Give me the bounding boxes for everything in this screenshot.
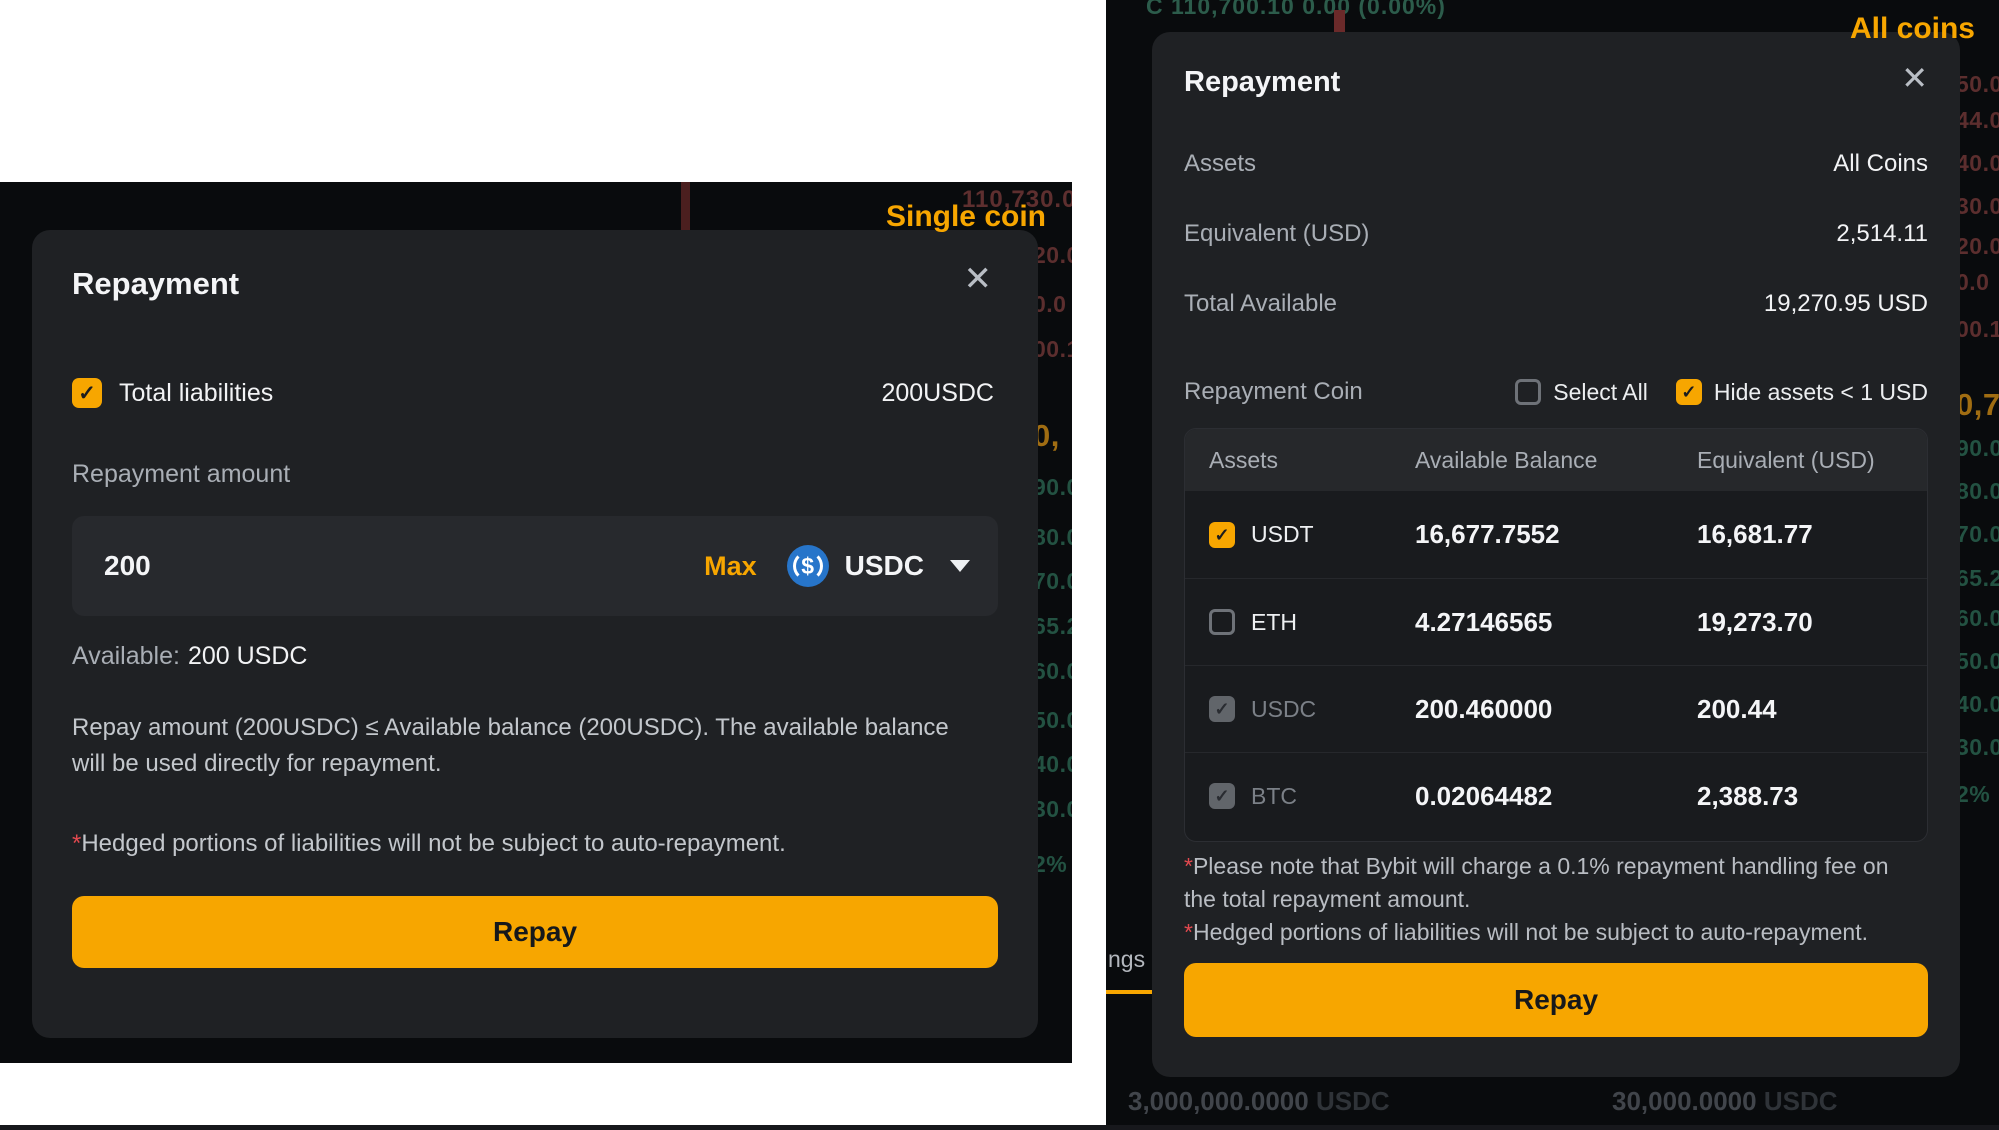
repayment-coin-row: Repayment Coin Select All ✓ Hide assets … [1184, 378, 1928, 406]
repay-button[interactable]: Repay [72, 896, 998, 968]
repayment-amount-input[interactable]: 200 Max $ USDC [72, 516, 998, 616]
available-line: Available: 200 USDC [72, 642, 307, 671]
asset-table-header: Assets Available Balance Equivalent (USD… [1185, 429, 1927, 491]
total-available-row: Total Available 19,270.95 USD [1184, 290, 1928, 318]
repay-note: Repay amount (200USDC) ≤ Available balan… [72, 710, 952, 782]
select-all-label[interactable]: Select All [1553, 379, 1648, 406]
table-row-btc: ✓ BTC 0.02064482 2,388.73 [1185, 752, 1927, 839]
price-scale-tick: 0.0 [1033, 291, 1066, 318]
background-amount-left: 3,000,000.0000 USDC [1128, 1086, 1390, 1117]
chevron-down-icon [950, 560, 970, 572]
equivalent-row: Equivalent (USD) 2,514.11 [1184, 220, 1928, 248]
check-icon: ✓ [1214, 787, 1229, 805]
price-scale-tick: 80.0 [1033, 524, 1072, 551]
variant-label-all-coins: All coins [1850, 12, 1975, 46]
price-scale-left: 20.00.000.10,90.080.070.065.260.050.040.… [1033, 182, 1072, 1063]
hedged-footnote: *Hedged portions of liabilities will not… [1184, 916, 1894, 949]
hedged-footnote: *Hedged portions of liabilities will not… [72, 830, 786, 858]
close-icon[interactable]: ✕ [964, 262, 993, 296]
price-scale-tick: 20.0 [1033, 242, 1072, 269]
price-scale-tick: 0,7 [1956, 387, 1999, 423]
close-icon[interactable]: ✕ [1901, 62, 1928, 94]
total-liabilities-label: Total liabilities [119, 379, 273, 408]
background-tab-fragment: ngs [1108, 946, 1145, 973]
price-scale-tick: 60.0 [1033, 658, 1072, 685]
price-scale-tick: 65.2 [1956, 565, 1999, 592]
price-scale-tick: 00.1 [1033, 336, 1072, 363]
btc-checkbox: ✓ [1209, 783, 1235, 809]
price-scale-tick: 60.0 [1956, 605, 1999, 632]
usdc-coin-icon: $ [787, 545, 829, 587]
price-scale-tick: 30.0 [1956, 193, 1999, 220]
table-row-usdc: ✓ USDC 200.460000 200.44 [1185, 665, 1927, 752]
repay-button[interactable]: Repay [1184, 963, 1928, 1037]
check-icon: ✓ [78, 383, 96, 404]
price-scale-tick: 70.0 [1956, 521, 1999, 548]
table-row-eth: ETH 4.27146565 19,273.70 [1185, 578, 1927, 665]
repayment-modal-single: Repayment ✕ ✓ Total liabilities 200USDC … [32, 230, 1038, 1038]
price-scale-tick: 40.0 [1956, 691, 1999, 718]
usdc-checkbox: ✓ [1209, 696, 1235, 722]
price-scale-tick: 2% [1033, 851, 1067, 878]
price-scale-tick: 40.0 [1956, 150, 1999, 177]
asset-table: Assets Available Balance Equivalent (USD… [1184, 428, 1928, 842]
price-scale-tick: 50.0 [1033, 707, 1072, 734]
price-scale-tick: 30.0 [1956, 734, 1999, 761]
price-scale-tick: 65.2 [1033, 613, 1072, 640]
check-icon: ✓ [1214, 700, 1229, 718]
eth-checkbox[interactable] [1209, 609, 1235, 635]
price-scale-tick: 50.0 [1956, 648, 1999, 675]
price-scale-right: 50.0 44.0 40.0 30.0 20.0 0.0 00.1 0,7 90.0 80.0 70… [1956, 0, 1999, 1130]
table-row-usdt: ✓ USDT 16,677.7552 16,681.77 [1185, 491, 1927, 578]
screenshot-stage: 110,730.0 20.00.000.10,90.080.070.065.26… [0, 0, 1999, 1130]
total-liabilities-value: 200USDC [881, 379, 994, 408]
panel-title: Repayment [1184, 66, 1340, 99]
background-amount-right: 30,000.0000 USDC [1612, 1086, 1838, 1117]
repayment-coin-label: Repayment Coin [1184, 378, 1363, 406]
available-value: 200 USDC [188, 642, 308, 670]
all-coins-screenshot: C 110,700.10 0.00 (0.00%) 50.0 44.0 40.0 30… [1106, 0, 1999, 1130]
price-scale-tick: 0.0 [1956, 269, 1989, 296]
bottom-edge-bar [0, 1125, 1999, 1130]
price-scale-tick: 80.0 [1956, 478, 1999, 505]
available-label: Available: [72, 642, 180, 670]
max-button[interactable]: Max [704, 551, 757, 582]
currency-selector[interactable]: $ USDC [787, 545, 970, 587]
price-scale-tick: 90.0 [1956, 435, 1999, 462]
assets-row: Assets All Coins [1184, 150, 1928, 178]
single-coin-screenshot: 110,730.0 20.00.000.10,90.080.070.065.26… [0, 182, 1072, 1063]
price-scale-tick: 30.0 [1033, 796, 1072, 823]
price-scale-tick: 40.0 [1033, 751, 1072, 778]
check-icon: ✓ [1681, 383, 1696, 401]
total-liabilities-row: ✓ Total liabilities 200USDC [72, 378, 994, 408]
usdt-checkbox[interactable]: ✓ [1209, 522, 1235, 548]
repayment-panel-all-coins: Repayment ✕ Assets All Coins Equivalent … [1152, 32, 1960, 1077]
hide-assets-label[interactable]: Hide assets < 1 USD [1714, 379, 1928, 406]
panel-footnotes: *Please note that Bybit will charge a 0.… [1184, 850, 1894, 949]
repayment-amount-label: Repayment amount [72, 460, 290, 489]
check-icon: ✓ [1214, 526, 1229, 544]
total-liabilities-checkbox[interactable]: ✓ [72, 378, 102, 408]
select-all-checkbox[interactable] [1515, 379, 1541, 405]
hide-assets-checkbox[interactable]: ✓ [1676, 379, 1702, 405]
asterisk: * [72, 830, 81, 857]
price-scale-tick: 50.0 [1956, 71, 1999, 98]
fee-footnote: *Please note that Bybit will charge a 0.… [1184, 850, 1894, 916]
amount-value[interactable]: 200 [104, 550, 151, 582]
price-scale-tick: 20.0 [1956, 233, 1999, 260]
price-scale-tick: 90.0 [1033, 474, 1072, 501]
price-scale-tick: 70.0 [1033, 568, 1072, 595]
price-scale-tick: 44.0 [1956, 107, 1999, 134]
modal-title: Repayment [72, 266, 239, 302]
currency-name: USDC [845, 550, 924, 582]
background-ticker: C 110,700.10 0.00 (0.00%) [1146, 0, 1446, 20]
price-scale-tick: 00.1 [1956, 316, 1999, 343]
price-scale-tick: 2% [1956, 781, 1990, 808]
variant-label-single-coin: Single coin [886, 200, 1046, 234]
